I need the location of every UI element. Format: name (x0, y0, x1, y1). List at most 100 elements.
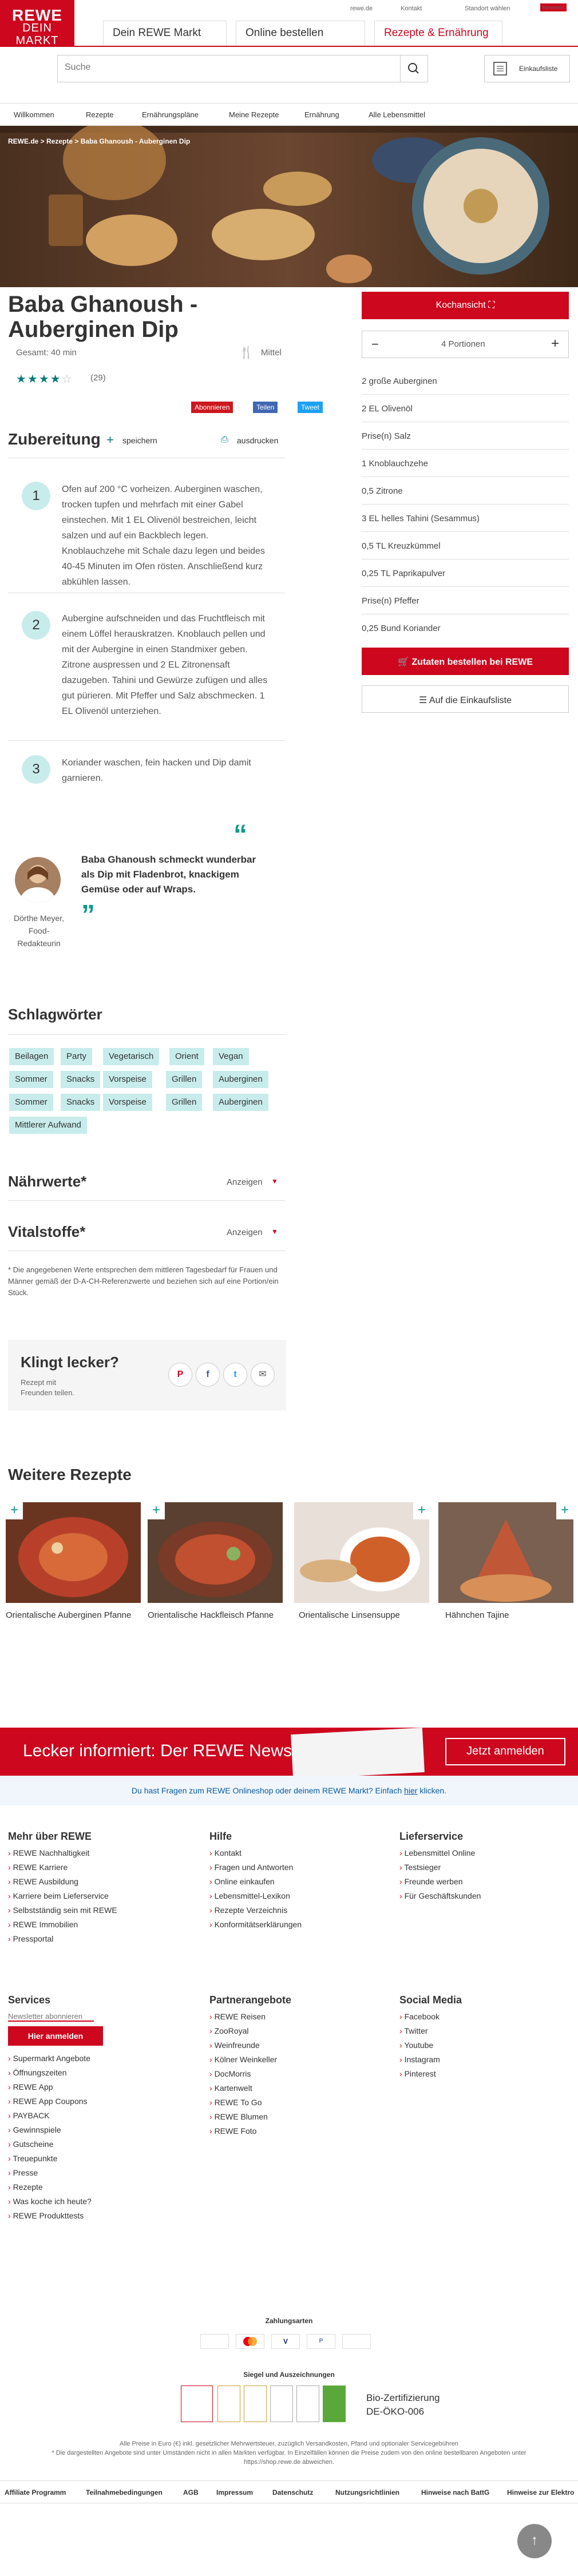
footer-link[interactable]: Karriere beim Lieferservice (8, 1891, 117, 1900)
tag[interactable]: Vegan (213, 1048, 249, 1065)
add-icon[interactable]: + (413, 1502, 430, 1519)
nav-item[interactable]: Meine Rezepte (229, 110, 279, 119)
recipe-card-image[interactable] (294, 1502, 429, 1603)
footer-link[interactable]: Weinfreunde (209, 2041, 291, 2050)
footer-link[interactable]: Treuepunkte (8, 2154, 103, 2163)
rewe-de-link[interactable]: rewe.de (350, 5, 373, 12)
tag[interactable]: Vorspeise (103, 1094, 152, 1111)
twitter-icon[interactable]: t (223, 1363, 247, 1387)
scroll-top-button[interactable]: ↑ (517, 2524, 552, 2558)
order-ingredients-button[interactable]: 🛒 Zutaten bestellen bei REWE (362, 648, 569, 675)
shopping-list-button[interactable]: Einkaufsliste (484, 55, 570, 82)
footer-link[interactable]: REWE App Coupons (8, 2097, 103, 2106)
portions-stepper[interactable]: − 4 Portionen + (362, 331, 569, 358)
search-input[interactable] (65, 62, 385, 73)
footer-link[interactable]: REWE App (8, 2082, 103, 2091)
tag[interactable]: Auberginen (213, 1071, 268, 1088)
footer-link[interactable]: Für Geschäftskunden (399, 1891, 481, 1900)
add-to-list-button[interactable]: ☰ Auf die Einkaufsliste (362, 685, 569, 713)
tab-online-bestellen[interactable]: Online bestellen (236, 21, 365, 46)
tag[interactable]: Beilagen (9, 1048, 54, 1065)
footer-link[interactable]: Pinterest (399, 2069, 462, 2078)
add-icon[interactable]: + (148, 1502, 165, 1519)
footer-link[interactable]: Öffnungszeiten (8, 2068, 103, 2077)
chevron-down-icon[interactable]: ▼ (271, 1177, 278, 1185)
info-link[interactable]: hier (404, 1786, 417, 1795)
tag[interactable]: Orient (169, 1048, 204, 1065)
facebook-share-button[interactable]: Teilen (253, 402, 278, 413)
tag[interactable]: Mittlerer Aufwand (9, 1117, 87, 1134)
save-button[interactable]: speichern (122, 436, 157, 445)
footer-link[interactable]: Selbstständig sein mit REWE (8, 1906, 117, 1915)
bottom-link[interactable]: AGB (183, 2488, 199, 2496)
add-icon[interactable]: + (556, 1502, 573, 1519)
footer-link[interactable]: Rezepte (8, 2182, 103, 2192)
tag[interactable]: Vorspeise (103, 1071, 152, 1088)
print-button[interactable]: ausdrucken (237, 436, 278, 445)
recipe-card-title[interactable]: Orientalische Linsensuppe (299, 1610, 430, 1621)
footer-link[interactable]: Online einkaufen (209, 1877, 302, 1886)
tag[interactable]: Party (61, 1048, 93, 1065)
breadcrumb[interactable]: REWE.de > Rezepte > Baba Ghanoush - Aube… (8, 137, 190, 145)
footer-link[interactable]: REWE Ausbildung (8, 1877, 117, 1886)
rating-stars[interactable]: ★★★★☆ (16, 372, 73, 386)
footer-link[interactable]: Kölner Weinkeller (209, 2055, 291, 2064)
footer-link[interactable]: Konformitätserklärungen (209, 1920, 302, 1929)
tag[interactable]: Snacks (61, 1071, 101, 1088)
nav-item[interactable]: Rezepte (86, 110, 113, 119)
naehrwerte-toggle[interactable]: Anzeigen (227, 1177, 263, 1187)
newsletter-signup-button[interactable]: Hier anmelden (8, 2026, 103, 2046)
recipe-card-title[interactable]: Orientalische Auberginen Pfanne (6, 1610, 137, 1621)
pinterest-icon[interactable]: P (168, 1363, 192, 1387)
footer-link[interactable]: Lebensmittel-Lexikon (209, 1891, 302, 1900)
footer-link[interactable]: Kontakt (209, 1848, 302, 1857)
newsletter-banner[interactable]: Lecker informiert: Der REWE Newsletter J… (0, 1728, 578, 1779)
minus-button[interactable]: − (371, 337, 379, 352)
add-icon[interactable]: + (6, 1502, 23, 1519)
footer-link[interactable]: Instagram (399, 2055, 462, 2064)
footer-link[interactable]: REWE Reisen (209, 2012, 291, 2021)
facebook-icon[interactable]: f (196, 1363, 220, 1387)
nav-item[interactable]: Willkommen (14, 110, 54, 119)
search-box[interactable] (57, 55, 428, 82)
recipe-card-title[interactable]: Orientalische Hackfleisch Pfanne (148, 1610, 279, 1621)
kontakt-link[interactable]: Kontakt (401, 5, 422, 12)
search-button[interactable] (400, 55, 427, 82)
standort-link[interactable]: Standort wählen (465, 5, 510, 12)
tag[interactable]: Grillen (166, 1094, 203, 1111)
bottom-link[interactable]: Impressum (216, 2488, 253, 2496)
tab-rezepte[interactable]: Rezepte & Ernährung (374, 21, 502, 46)
vitalstoffe-toggle[interactable]: Anzeigen (227, 1228, 263, 1237)
recipe-card-image[interactable] (6, 1502, 141, 1603)
bottom-link[interactable]: Teilnahmebedingungen (86, 2488, 163, 2496)
tag[interactable]: Auberginen (213, 1094, 268, 1111)
footer-link[interactable]: REWE To Go (209, 2098, 291, 2107)
nav-item[interactable]: Ernährungspläne (142, 110, 199, 119)
footer-link[interactable]: REWE Blumen (209, 2112, 291, 2121)
tag[interactable]: Sommer (9, 1094, 53, 1111)
footer-link[interactable]: Presse (8, 2168, 103, 2177)
tag[interactable]: Sommer (9, 1071, 53, 1088)
login-badge[interactable]: Kennwort (540, 3, 567, 11)
tweet-button[interactable]: Tweet (298, 402, 323, 413)
footer-link[interactable]: ZooRoyal (209, 2026, 291, 2035)
footer-link[interactable]: REWE Immobilien (8, 1920, 117, 1929)
footer-link[interactable]: Supermarkt Angebote (8, 2054, 103, 2063)
footer-link[interactable]: REWE Karriere (8, 1863, 117, 1872)
footer-link[interactable]: REWE Nachhaltigkeit (8, 1848, 117, 1857)
bottom-link[interactable]: Affiliate Programm (5, 2488, 66, 2496)
footer-link[interactable]: REWE Produkttests (8, 2211, 103, 2220)
footer-link[interactable]: Freunde werben (399, 1877, 481, 1886)
footer-link[interactable]: Fragen und Antworten (209, 1863, 302, 1872)
rating-count[interactable]: (29) (90, 373, 106, 383)
plus-button[interactable]: + (551, 336, 559, 352)
chevron-down-icon[interactable]: ▼ (271, 1228, 278, 1236)
bottom-link[interactable]: Datenschutz (272, 2488, 313, 2496)
tag[interactable]: Grillen (166, 1071, 203, 1088)
footer-link[interactable]: Twitter (399, 2026, 462, 2035)
nav-item[interactable]: Ernährung (304, 110, 339, 119)
footer-link[interactable]: Pressportal (8, 1934, 117, 1943)
footer-link[interactable]: REWE Foto (209, 2126, 291, 2136)
tag[interactable]: Snacks (61, 1094, 101, 1111)
kochansicht-button[interactable]: Kochansicht ⛶ (362, 292, 569, 319)
